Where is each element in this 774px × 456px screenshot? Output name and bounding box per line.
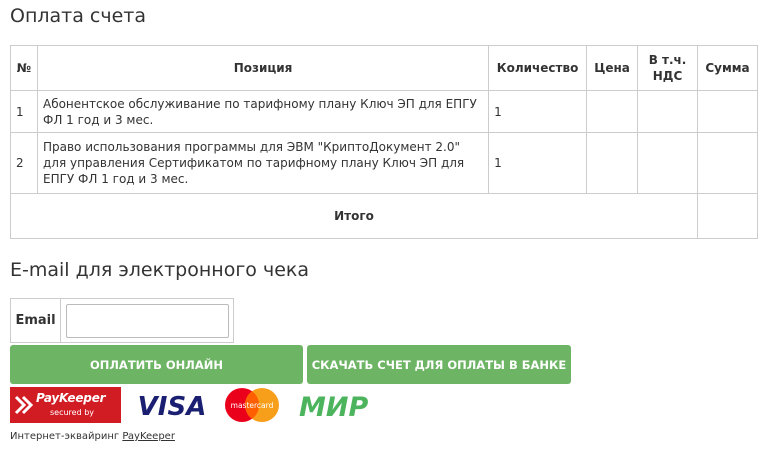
email-form: Email <box>10 298 234 343</box>
cell-position: Право использования программы для ЭВМ "К… <box>36 132 490 194</box>
table-row: 1 Абонентское обслуживание по тарифному … <box>10 90 759 133</box>
payment-logos: PayKeeper secured by VISA mastercard МИР <box>10 386 375 424</box>
invoice-table: № Позиция Количество Цена В т.ч. НДС Сум… <box>10 45 759 239</box>
cell-quantity: 1 <box>488 132 588 194</box>
email-input[interactable] <box>66 303 229 338</box>
footer-text: Интернет-эквайринг <box>10 431 120 442</box>
paykeeper-secured: secured by <box>50 408 95 417</box>
table-row: 2 Право использования программы для ЭВМ … <box>10 132 759 194</box>
pay-online-button[interactable]: Оплатить онлайн <box>10 345 303 384</box>
table-total-row: Итого <box>10 193 759 239</box>
email-label: Email <box>11 299 61 342</box>
col-header-sum: Сумма <box>696 45 759 91</box>
mastercard-logo: mastercard <box>225 388 279 422</box>
visa-logo: VISA <box>138 392 207 422</box>
page-title: Оплата счета <box>10 5 146 27</box>
email-section-heading: E-mail для электронного чека <box>10 259 309 281</box>
paykeeper-arrows-icon <box>14 395 34 415</box>
svg-text:VISA: VISA <box>138 392 207 422</box>
paykeeper-name: PayKeeper <box>36 391 106 405</box>
cell-vat <box>637 132 698 194</box>
cell-number: 1 <box>10 90 38 133</box>
cell-quantity: 1 <box>488 90 588 133</box>
col-header-position: Позиция <box>36 45 490 91</box>
paykeeper-logo: PayKeeper secured by <box>10 387 121 423</box>
cell-position: Абонентское обслуживание по тарифному пл… <box>36 90 490 133</box>
total-label: Итого <box>10 193 698 239</box>
download-invoice-button[interactable]: Скачать счет для оплаты в банке <box>307 345 571 384</box>
footer: Интернет-эквайринг PayKeeper <box>10 431 175 442</box>
cell-price <box>586 132 639 194</box>
svg-text:mastercard: mastercard <box>231 401 274 410</box>
col-header-quantity: Количество <box>488 45 588 91</box>
cell-sum <box>696 132 759 194</box>
mir-logo: МИР <box>299 392 368 423</box>
col-header-vat: В т.ч. НДС <box>637 45 698 91</box>
paykeeper-link[interactable]: PayKeeper <box>122 431 175 442</box>
cell-number: 2 <box>10 132 38 194</box>
table-header-row: № Позиция Количество Цена В т.ч. НДС Сум… <box>10 45 759 91</box>
total-value <box>696 193 759 239</box>
svg-text:МИР: МИР <box>299 392 368 423</box>
cell-vat <box>637 90 698 133</box>
cell-sum <box>696 90 759 133</box>
email-input-cell <box>61 299 233 342</box>
col-header-number: № <box>10 45 38 91</box>
col-header-price: Цена <box>586 45 639 91</box>
cell-price <box>586 90 639 133</box>
